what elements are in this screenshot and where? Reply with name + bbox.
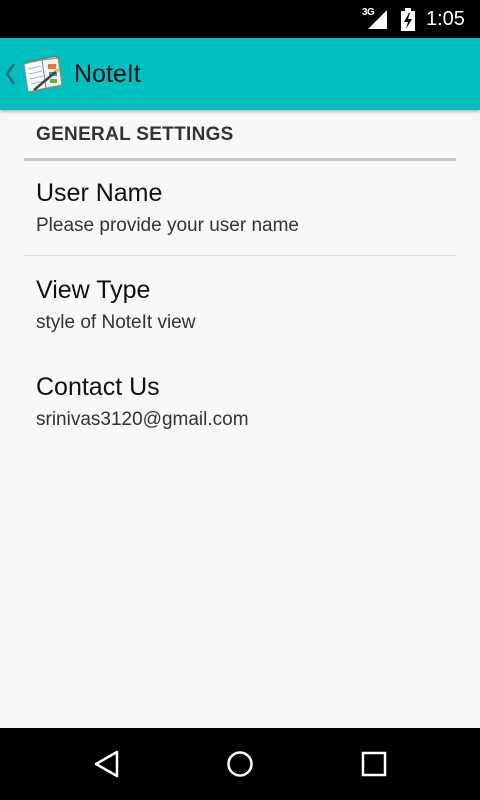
recents-square-icon[interactable] xyxy=(358,748,390,780)
app-title: NoteIt xyxy=(74,60,141,88)
pref-user-name[interactable]: User Name Please provide your user name xyxy=(24,178,456,248)
navigation-bar xyxy=(0,728,480,800)
pref-view-type[interactable]: View Type style of NoteIt view xyxy=(24,275,456,345)
home-circle-icon[interactable] xyxy=(224,748,256,780)
status-bar: 3G 1:05 xyxy=(0,0,480,38)
screen: 3G 1:05 NoteIt GENERAL SETTINGS User Nam… xyxy=(0,0,480,800)
pref-title: View Type xyxy=(36,276,151,304)
pref-title: User Name xyxy=(36,179,163,207)
pref-contact-us[interactable]: Contact Us srinivas3120@gmail.com xyxy=(24,372,456,442)
pref-summary: srinivas3120@gmail.com xyxy=(36,409,249,430)
signal-icon xyxy=(368,10,387,29)
chevron-left-icon[interactable] xyxy=(4,60,16,88)
divider xyxy=(24,255,456,256)
notebook-icon[interactable] xyxy=(20,52,66,94)
action-bar: NoteIt xyxy=(0,38,480,110)
category-label: GENERAL SETTINGS xyxy=(36,124,234,145)
pref-summary: Please provide your user name xyxy=(36,215,299,236)
clock: 1:05 xyxy=(426,8,465,30)
battery-charging-icon xyxy=(401,8,415,31)
back-triangle-icon[interactable] xyxy=(92,748,124,780)
category-header-general: GENERAL SETTINGS xyxy=(24,110,456,161)
pref-summary: style of NoteIt view xyxy=(36,312,196,333)
pref-title: Contact Us xyxy=(36,373,160,401)
